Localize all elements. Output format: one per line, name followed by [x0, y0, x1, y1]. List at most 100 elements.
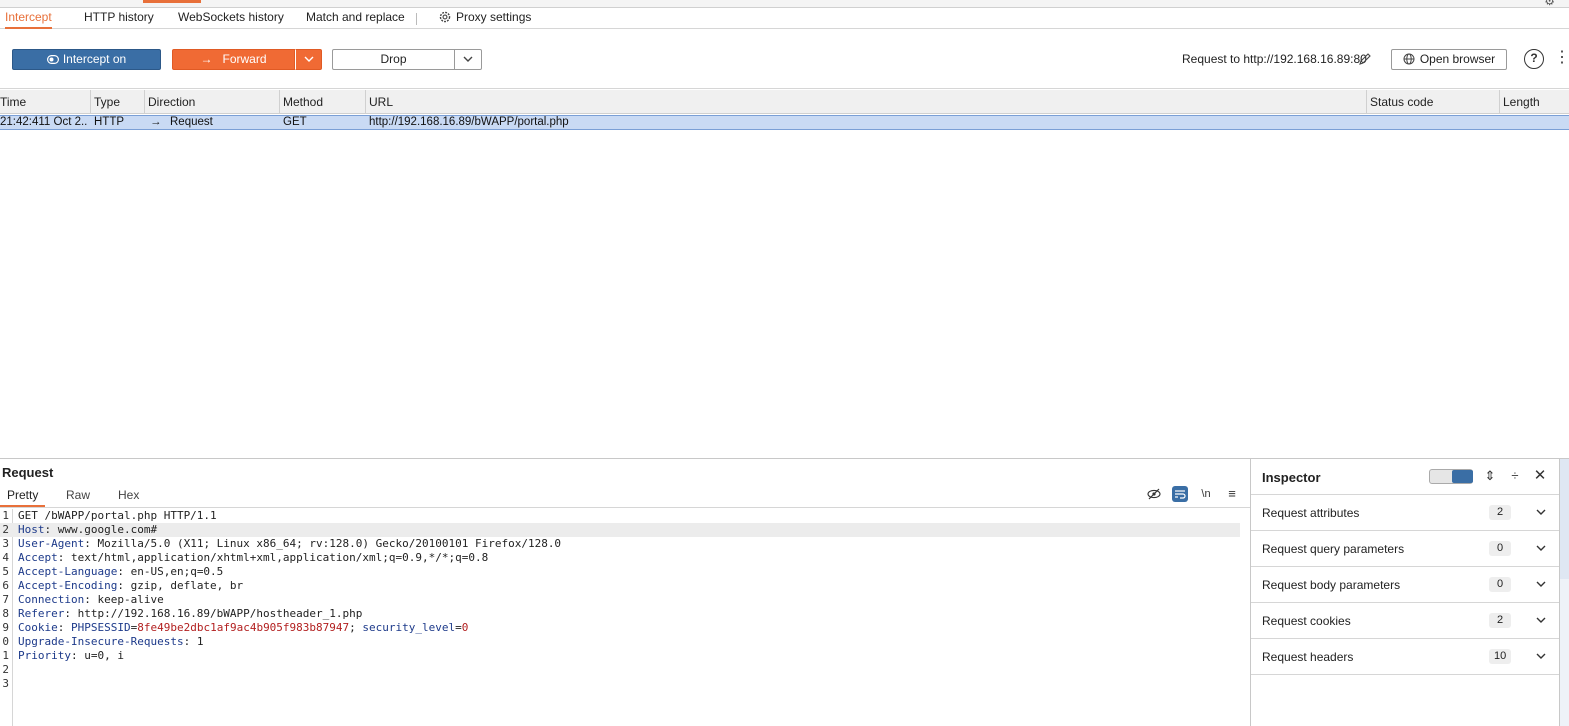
header-name: Connection — [18, 593, 85, 606]
pencil-icon[interactable] — [1358, 52, 1372, 66]
line-number: 7 — [2, 593, 9, 606]
proxy-settings-button[interactable]: Proxy settings — [438, 10, 531, 29]
cell-url: http://192.168.16.89/bWAPP/portal.php — [369, 116, 569, 128]
chevron-down-icon — [1536, 545, 1546, 551]
tab-websockets-history[interactable]: WebSockets history — [178, 10, 284, 29]
table-row[interactable]: 21:42:411 Oct 2... HTTP → Request GET ht… — [0, 115, 1569, 130]
header-value: : u=0, i — [70, 649, 124, 662]
inspector-title: Inspector — [1262, 470, 1321, 485]
cookie-value: 8fe49be2dbc1af9ac4b905f983b87947 — [137, 621, 350, 634]
line-number: 1 — [2, 509, 9, 522]
cookie-value: 0 — [461, 621, 469, 634]
expand-all-icon[interactable]: ⇕ — [1482, 468, 1498, 484]
tab-underline-divider — [0, 507, 1250, 508]
col-header-length[interactable]: Length — [1503, 95, 1540, 109]
count-badge: 0 — [1489, 541, 1511, 556]
arrow-right-icon: → — [200, 52, 213, 66]
header-value: : gzip, deflate, br — [117, 579, 244, 592]
layout-toggle[interactable] — [1429, 469, 1473, 484]
header-value: : keep-alive — [84, 593, 164, 606]
chevron-down-icon — [1536, 617, 1546, 623]
header-name: Priority — [18, 649, 71, 662]
col-header-direction[interactable]: Direction — [148, 95, 195, 109]
col-header-type[interactable]: Type — [94, 95, 120, 109]
cookie-name: security_level — [362, 621, 456, 634]
tab-http-history[interactable]: HTTP history — [84, 10, 154, 29]
column-divider[interactable] — [144, 90, 145, 114]
inspector-section-request-attributes[interactable]: Request attributes 2 — [1251, 495, 1560, 531]
col-header-url[interactable]: URL — [369, 95, 393, 109]
header-value: : http://192.168.16.89/bWAPP/hostheader_… — [64, 607, 363, 620]
header-value: : en-US,en;q=0.5 — [117, 565, 224, 578]
header-value: : 1 — [183, 635, 204, 648]
header-name: Accept-Encoding — [18, 579, 118, 592]
cell-direction: Request — [170, 116, 213, 128]
col-header-time[interactable]: Time — [0, 95, 26, 109]
chevron-down-icon — [304, 56, 313, 62]
inspector-section-headers[interactable]: Request headers 10 — [1251, 639, 1560, 675]
count-badge: 2 — [1489, 613, 1511, 628]
menu-icon[interactable]: ≡ — [1224, 486, 1240, 502]
count-badge: 2 — [1489, 505, 1511, 520]
request-editor[interactable]: 1 GET /bWAPP/portal.php HTTP/1.1 2 Host: w… — [0, 509, 1250, 691]
help-icon[interactable]: ? — [1524, 49, 1544, 69]
header-name: Accept-Language — [18, 565, 118, 578]
tab-raw[interactable]: Raw — [59, 488, 97, 507]
split-layout-icon[interactable] — [1452, 470, 1473, 483]
request-target-label: Request to http://192.168.16.89:80 — [1182, 52, 1367, 66]
header-name: Cookie — [18, 621, 58, 634]
cell-method: GET — [283, 116, 307, 128]
list-layout-icon[interactable] — [1430, 470, 1451, 483]
section-label: Request headers — [1262, 650, 1354, 664]
column-divider[interactable] — [1366, 90, 1367, 114]
column-divider[interactable] — [365, 90, 366, 114]
more-options-icon[interactable]: ⋮ — [1554, 50, 1569, 66]
count-badge: 10 — [1489, 649, 1512, 664]
line-number: 3 — [2, 677, 9, 690]
settings-gear-icon[interactable]: ⚙ — [1544, 0, 1555, 8]
drop-options-button[interactable] — [455, 49, 482, 70]
tab-separator — [416, 13, 417, 25]
forward-options-button[interactable] — [295, 49, 322, 70]
request-panel-title: Request — [2, 465, 54, 480]
line-number: 2 — [2, 523, 9, 536]
count-badge: 0 — [1489, 577, 1511, 592]
line-number: 6 — [2, 579, 9, 592]
intercept-toolbar: Intercept on → Forward Drop Request to ht… — [0, 29, 1569, 89]
tab-pretty[interactable]: Pretty — [0, 488, 46, 507]
gear-icon — [439, 11, 451, 23]
line-number: 4 — [2, 551, 9, 564]
side-panel-strip[interactable] — [1559, 459, 1569, 726]
section-label: Request cookies — [1262, 614, 1351, 628]
inspector-side-tab[interactable] — [1560, 459, 1569, 579]
hide-non-printable-icon[interactable] — [1146, 486, 1162, 502]
cell-time: 21:42:411 Oct 2... — [0, 116, 88, 128]
toggle-icon — [46, 55, 59, 65]
inspector-section-cookies[interactable]: Request cookies 2 — [1251, 603, 1560, 639]
column-divider[interactable] — [279, 90, 280, 114]
col-header-status-code[interactable]: Status code — [1370, 95, 1433, 109]
word-wrap-icon[interactable] — [1172, 486, 1188, 502]
newline-toggle-icon[interactable]: \n — [1198, 486, 1214, 502]
header-name: Upgrade-Insecure-Requests — [18, 635, 184, 648]
request-line: GET /bWAPP/portal.php HTTP/1.1 — [18, 509, 217, 522]
inspector-section-body-parameters[interactable]: Request body parameters 0 — [1251, 567, 1560, 603]
tab-match-and-replace[interactable]: Match and replace — [306, 10, 405, 29]
close-icon[interactable]: ✕ — [1532, 468, 1548, 484]
chevron-down-icon — [1536, 581, 1546, 587]
section-label: Request body parameters — [1262, 578, 1401, 592]
intercept-toggle-button[interactable]: Intercept on — [12, 49, 161, 70]
tab-intercept[interactable]: Intercept — [5, 10, 52, 29]
inspector-section-query-parameters[interactable]: Request query parameters 0 — [1251, 531, 1560, 567]
cookie-equals: = — [455, 621, 462, 634]
drop-button[interactable]: Drop — [332, 49, 455, 70]
column-divider[interactable] — [1499, 90, 1500, 114]
tab-hex[interactable]: Hex — [111, 488, 146, 507]
col-header-method[interactable]: Method — [283, 95, 323, 109]
open-browser-button[interactable]: Open browser — [1391, 49, 1507, 70]
collapse-all-icon[interactable]: ÷ — [1507, 468, 1523, 484]
forward-button[interactable]: → Forward — [172, 49, 295, 70]
chevron-down-icon — [463, 56, 473, 62]
proxy-tab-active-indicator — [143, 0, 201, 3]
column-divider[interactable] — [90, 90, 91, 114]
